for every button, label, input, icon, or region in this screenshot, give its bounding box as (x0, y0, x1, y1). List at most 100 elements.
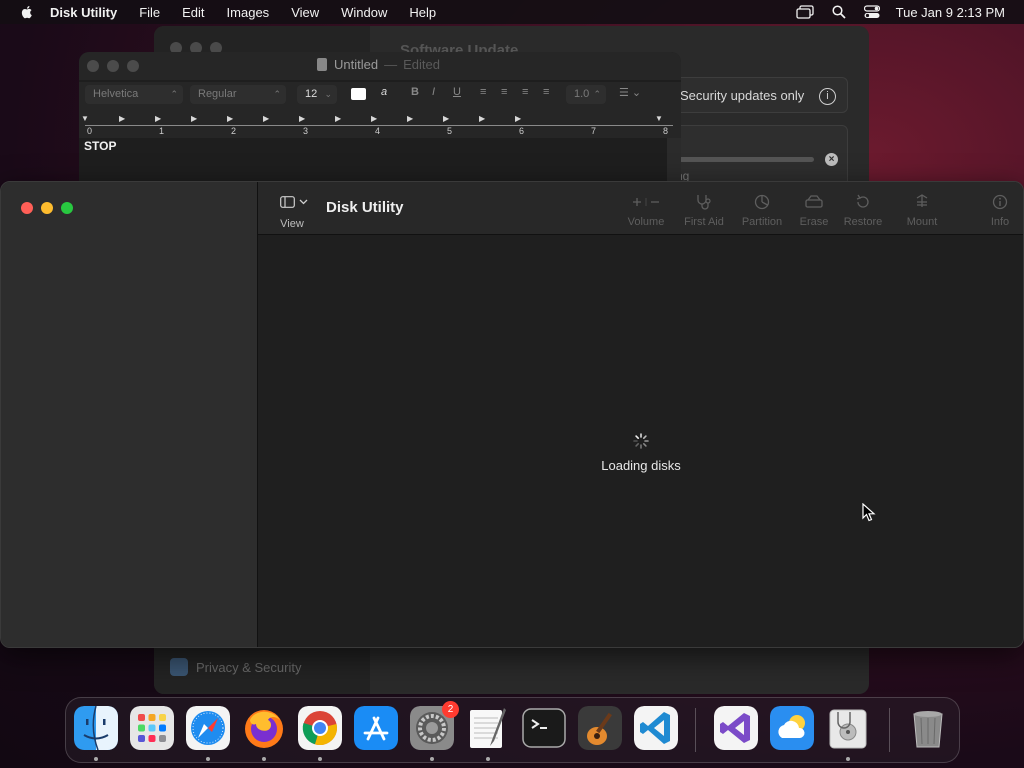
italic-button[interactable]: I (432, 86, 435, 98)
menu-file[interactable]: File (139, 5, 160, 20)
align-left-icon[interactable]: ≡ (480, 86, 486, 98)
erase-label: Erase (799, 216, 829, 228)
tab-stop-icon[interactable]: ▶ (227, 114, 233, 123)
menu-images[interactable]: Images (227, 5, 270, 20)
info-label: Info (990, 216, 1010, 228)
edited-separator: — (384, 57, 398, 72)
spotlight-search-icon[interactable] (832, 5, 846, 19)
cancel-icon[interactable]: × (825, 153, 838, 166)
align-center-icon[interactable]: ≡ (501, 86, 507, 98)
security-updates-option[interactable]: Security updates only i (670, 77, 848, 113)
tab-stop-icon[interactable]: ▶ (119, 114, 125, 123)
font-style-select[interactable]: Regular ⌃ (190, 85, 286, 104)
first-aid-button[interactable]: First Aid (681, 194, 727, 228)
dock-finder-icon[interactable] (74, 706, 118, 750)
highlight-color-button[interactable]: a (381, 86, 387, 98)
text-color-well[interactable] (351, 88, 366, 100)
right-margin-marker-icon[interactable]: ▼ (655, 114, 663, 123)
tab-stop-icon[interactable]: ▶ (155, 114, 161, 123)
erase-button[interactable]: Erase (796, 194, 832, 228)
document-text[interactable]: STOP (84, 139, 116, 153)
ruler-number: 7 (591, 126, 597, 136)
disk-sidebar[interactable] (1, 182, 258, 647)
font-family-select[interactable]: Helvetica ⌃ (85, 85, 183, 104)
align-justify-icon[interactable]: ≡ (543, 86, 549, 98)
disk-utility-toolbar: View Disk Utility Volume First Aid Parti… (258, 182, 1023, 235)
info-icon[interactable]: i (819, 88, 836, 105)
window-controls (21, 202, 73, 214)
list-bullets-icon[interactable]: ☰ ⌄ (619, 86, 641, 99)
loading-spinner-icon (633, 433, 649, 449)
minimize-button[interactable] (41, 202, 53, 214)
tab-stop-icon[interactable]: ▶ (299, 114, 305, 123)
menu-window[interactable]: Window (341, 5, 387, 20)
dock-terminal-icon[interactable] (522, 706, 566, 750)
tab-stop-icon[interactable]: ▶ (479, 114, 485, 123)
first-aid-label: First Aid (684, 216, 724, 228)
apple-menu-icon[interactable] (19, 4, 35, 20)
font-size-select[interactable]: 12 ⌄ (297, 85, 337, 104)
control-center-icon[interactable] (863, 5, 880, 19)
dock-visual-studio-icon[interactable] (714, 706, 758, 750)
dock-launchpad-icon[interactable] (130, 706, 174, 750)
indent-marker-icon[interactable]: ▼ (81, 114, 89, 123)
security-updates-label: Security updates only (680, 87, 805, 103)
close-button[interactable] (21, 202, 33, 214)
privacy-hand-icon (170, 658, 188, 676)
menu-clock[interactable]: Tue Jan 9 2:13 PM (896, 5, 1005, 20)
volume-button[interactable]: Volume (624, 194, 668, 228)
dock-safari-icon[interactable] (186, 706, 230, 750)
ruler[interactable]: 0 1 2 3 4 5 6 7 8 ▼ ▶ ▶ ▶ ▶ ▶ ▶ ▶ ▶ ▶ ▶ … (79, 108, 681, 138)
restore-button[interactable]: Restore (842, 194, 884, 228)
dock-chrome-icon[interactable] (298, 706, 342, 750)
eraser-icon (796, 194, 832, 210)
ruler-number: 3 (303, 126, 309, 136)
restore-label: Restore (843, 216, 883, 228)
dock-textedit-icon[interactable] (466, 706, 510, 750)
zoom-button[interactable] (61, 202, 73, 214)
menu-edit[interactable]: Edit (182, 5, 204, 20)
align-right-icon[interactable]: ≡ (522, 86, 528, 98)
tab-stop-icon[interactable]: ▶ (407, 114, 413, 123)
plus-minus-icon (624, 194, 668, 210)
line-spacing-value: 1.0 (574, 88, 590, 100)
eject-icon (902, 194, 942, 210)
dock-separator (889, 708, 890, 752)
minimize-button[interactable] (107, 60, 119, 72)
view-button[interactable]: View (280, 195, 308, 230)
tab-stop-icon[interactable]: ▶ (335, 114, 341, 123)
dock-trash-icon[interactable] (906, 706, 950, 750)
menu-app-name[interactable]: Disk Utility (50, 5, 117, 20)
line-spacing-select[interactable]: 1.0 ⌃ (566, 85, 606, 104)
mount-button[interactable]: Mount (902, 194, 942, 228)
menu-bar: Disk Utility File Edit Images View Windo… (0, 0, 1024, 24)
mouse-pointer-icon (862, 503, 876, 522)
menu-help[interactable]: Help (409, 5, 436, 20)
document-icon (317, 58, 327, 71)
tab-stop-icon[interactable]: ▶ (515, 114, 521, 123)
zoom-button[interactable] (127, 60, 139, 72)
dock-disk-utility-icon[interactable] (826, 706, 870, 750)
menu-view[interactable]: View (291, 5, 319, 20)
screen-mirroring-icon[interactable] (795, 5, 814, 19)
disk-detail-pane: Loading disks (258, 235, 1023, 647)
tab-stop-icon[interactable]: ▶ (263, 114, 269, 123)
dock-garageband-icon[interactable] (578, 706, 622, 750)
underline-button[interactable]: U (453, 86, 461, 98)
tab-stop-icon[interactable]: ▶ (443, 114, 449, 123)
textedit-window: Untitled — Edited Helvetica ⌃ Regular ⌃ 12… (79, 52, 681, 197)
bold-button[interactable]: B (411, 86, 419, 98)
view-label: View (280, 218, 304, 230)
dock-app-store-icon[interactable] (354, 706, 398, 750)
sidebar-item-privacy-security[interactable]: Privacy & Security (170, 658, 301, 676)
close-button[interactable] (87, 60, 99, 72)
info-button[interactable]: Info (983, 194, 1017, 228)
loading-status: Loading disks (601, 458, 681, 473)
dock-firefox-icon[interactable] (242, 706, 286, 750)
dock-vscode-icon[interactable] (634, 706, 678, 750)
dock-weather-icon[interactable] (770, 706, 814, 750)
partition-button[interactable]: Partition (738, 194, 786, 228)
running-indicator (94, 757, 98, 761)
tab-stop-icon[interactable]: ▶ (371, 114, 377, 123)
tab-stop-icon[interactable]: ▶ (191, 114, 197, 123)
